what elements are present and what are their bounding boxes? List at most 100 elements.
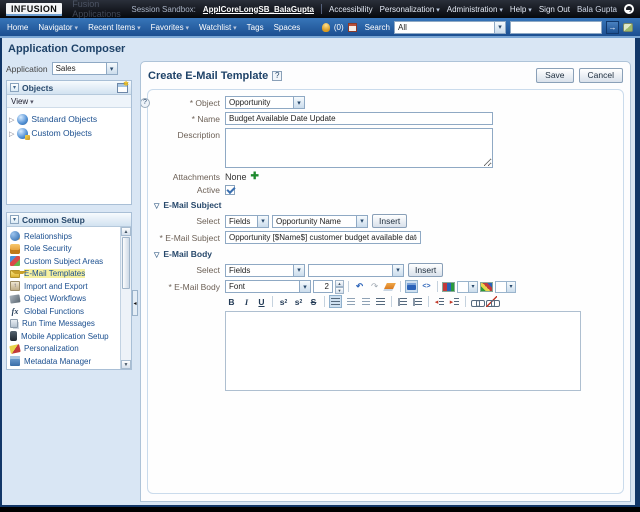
sidebar-item-object-workflows[interactable]: Object Workflows xyxy=(7,293,120,306)
save-button[interactable]: Save xyxy=(536,68,573,83)
chevron-down-icon[interactable] xyxy=(293,265,304,276)
clear-formatting-icon[interactable] xyxy=(383,280,396,293)
collapse-section-icon[interactable] xyxy=(154,200,159,210)
body-select-field[interactable] xyxy=(308,264,404,277)
chat-icon[interactable] xyxy=(624,4,634,14)
tree-item-standard-objects[interactable]: Standard Objects xyxy=(9,112,129,126)
chevron-down-icon[interactable] xyxy=(494,22,505,33)
sidebar-item-import-and-export[interactable]: Import and Export xyxy=(7,280,120,293)
source-mode-button[interactable]: <> xyxy=(420,280,433,293)
notifications-bell-icon[interactable] xyxy=(322,23,330,32)
link-sign-out[interactable]: Sign Out xyxy=(539,5,570,14)
search-go-button[interactable] xyxy=(606,21,619,34)
rich-text-mode-button[interactable] xyxy=(405,280,418,293)
nav-navigator[interactable]: Navigator xyxy=(38,23,78,32)
collapse-panel-icon[interactable] xyxy=(10,215,19,224)
font-size-input[interactable] xyxy=(313,280,333,293)
redo-icon[interactable] xyxy=(368,280,381,293)
body-select-type[interactable]: Fields xyxy=(225,264,305,277)
link-accessibility[interactable]: Accessibility xyxy=(329,5,373,14)
new-object-icon[interactable] xyxy=(117,83,128,93)
advanced-search-icon[interactable] xyxy=(623,23,633,32)
subscript-button[interactable]: s xyxy=(277,295,290,308)
highlight-color-swatch[interactable] xyxy=(495,281,516,293)
sidebar-item-custom-subject-areas[interactable]: Custom Subject Areas xyxy=(7,255,120,268)
superscript-button[interactable]: s xyxy=(292,295,305,308)
scroll-up-icon[interactable] xyxy=(121,227,131,236)
envelope-icon xyxy=(10,270,20,278)
align-left-button[interactable] xyxy=(329,295,342,308)
sidebar-item-metadata-manager[interactable]: Metadata Manager xyxy=(7,355,120,368)
tree-item-custom-objects[interactable]: Custom Objects xyxy=(9,126,129,140)
nav-home[interactable]: Home xyxy=(7,23,28,32)
subject-select-field[interactable]: Opportunity Name xyxy=(272,215,368,228)
bold-button[interactable]: B xyxy=(225,295,238,308)
nav-tags[interactable]: Tags xyxy=(247,23,264,32)
chevron-down-icon[interactable] xyxy=(356,216,367,227)
remove-link-icon[interactable] xyxy=(485,295,498,308)
active-checkbox[interactable] xyxy=(225,185,235,195)
align-center-button[interactable] xyxy=(344,295,357,308)
subject-insert-button[interactable]: Insert xyxy=(372,214,407,228)
sidebar-item-email-templates[interactable]: E-Mail Templates xyxy=(7,268,120,281)
nav-favorites[interactable]: Favorites xyxy=(151,23,189,32)
search-input[interactable] xyxy=(510,21,602,34)
description-input[interactable] xyxy=(225,128,493,168)
sidebar-item-global-functions[interactable]: Global Functions xyxy=(7,305,120,318)
cancel-button[interactable]: Cancel xyxy=(579,68,623,83)
application-select[interactable]: Sales xyxy=(52,62,118,75)
sidebar-item-mobile-application-setup[interactable]: Mobile Application Setup xyxy=(7,330,120,343)
highlight-color-icon[interactable] xyxy=(480,282,493,292)
chevron-down-icon[interactable] xyxy=(299,281,310,292)
sidebar-item-run-time-messages[interactable]: Run Time Messages xyxy=(7,318,120,331)
common-setup-scrollbar[interactable] xyxy=(120,227,131,369)
expand-icon[interactable] xyxy=(9,114,14,124)
menu-personalization[interactable]: Personalization xyxy=(380,5,440,14)
scroll-thumb[interactable] xyxy=(122,237,130,289)
email-body-editor[interactable] xyxy=(225,311,581,391)
sidebar-item-personalization[interactable]: Personalization xyxy=(7,343,120,356)
chevron-down-icon[interactable] xyxy=(392,265,403,276)
sidebar-item-role-security[interactable]: Role Security xyxy=(7,243,120,256)
indent-button[interactable] xyxy=(448,295,461,308)
menu-administration[interactable]: Administration xyxy=(447,5,503,14)
expand-icon[interactable] xyxy=(9,128,14,138)
strikethrough-button[interactable]: S xyxy=(307,295,320,308)
font-size-stepper[interactable] xyxy=(335,280,344,293)
email-subject-input[interactable] xyxy=(225,231,421,244)
scroll-down-icon[interactable] xyxy=(121,360,131,369)
subject-select-type[interactable]: Fields xyxy=(225,215,269,228)
chevron-down-icon[interactable] xyxy=(106,63,117,74)
underline-button[interactable]: U xyxy=(255,295,268,308)
align-right-button[interactable] xyxy=(359,295,372,308)
font-color-swatch[interactable] xyxy=(457,281,478,293)
help-icon[interactable] xyxy=(272,71,282,81)
italic-button[interactable]: I xyxy=(240,295,253,308)
font-select[interactable]: Font xyxy=(225,280,311,293)
outdent-button[interactable] xyxy=(433,295,446,308)
chevron-down-icon[interactable] xyxy=(257,216,268,227)
nav-spaces[interactable]: Spaces xyxy=(274,23,301,32)
name-input[interactable] xyxy=(225,112,493,125)
numbered-list-button[interactable] xyxy=(396,295,409,308)
bullet-list-button[interactable] xyxy=(411,295,424,308)
undo-icon[interactable] xyxy=(353,280,366,293)
menu-help[interactable]: Help xyxy=(510,5,532,14)
search-scope-select[interactable]: All xyxy=(394,21,506,34)
object-select[interactable]: Opportunity xyxy=(225,96,305,109)
align-justify-button[interactable] xyxy=(374,295,387,308)
session-sandbox-link[interactable]: ApplCoreLongSB_BalaGupta xyxy=(203,5,314,14)
view-menu[interactable]: View xyxy=(11,97,34,106)
nav-watchlist[interactable]: Watchlist xyxy=(199,23,237,32)
chevron-down-icon[interactable] xyxy=(293,97,304,108)
nav-recent-items[interactable]: Recent Items xyxy=(88,23,141,32)
sidebar-item-relationships[interactable]: Relationships xyxy=(7,230,120,243)
font-color-icon[interactable] xyxy=(442,282,455,292)
collapse-panel-icon[interactable] xyxy=(10,83,19,92)
add-attachment-icon[interactable] xyxy=(251,171,259,182)
collapse-section-icon[interactable] xyxy=(154,249,159,259)
calendar-icon[interactable] xyxy=(348,23,357,32)
add-link-icon[interactable] xyxy=(470,295,483,308)
body-insert-button[interactable]: Insert xyxy=(408,263,443,277)
sidebar-splitter[interactable] xyxy=(132,290,138,316)
